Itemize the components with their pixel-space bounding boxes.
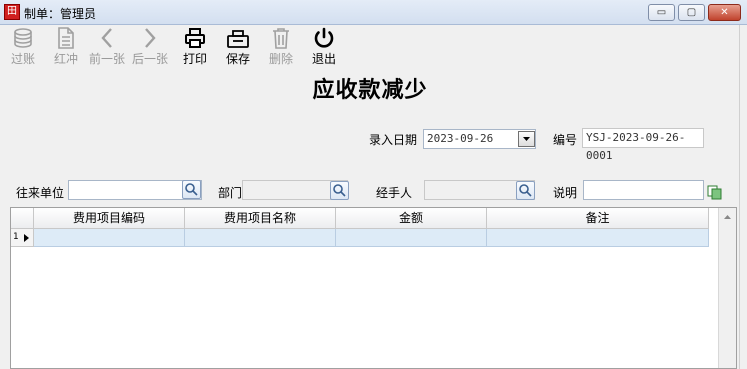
column-header-amount[interactable]: 金额 (336, 208, 487, 229)
vertical-scrollbar[interactable] (718, 208, 736, 368)
red-reverse-label: 红冲 (53, 52, 78, 66)
expense-items-table[interactable]: 费用项目编码 费用项目名称 金额 备注 1 (10, 207, 737, 369)
delete-label: 删除 (268, 52, 293, 66)
column-header-code[interactable]: 费用项目编码 (34, 208, 185, 229)
next-button[interactable]: 后一张 (132, 26, 168, 68)
chevron-right-icon (145, 28, 156, 48)
print-button[interactable]: 打印 (177, 26, 213, 68)
previous-label: 前一张 (89, 52, 126, 66)
handler-search-button[interactable] (516, 181, 535, 200)
search-icon (333, 184, 346, 197)
save-button[interactable]: 保存 (220, 26, 256, 68)
save-label: 保存 (225, 52, 250, 66)
exit-button[interactable]: 退出 (306, 26, 342, 68)
search-icon (185, 183, 198, 196)
title-bar: 田 制单：管理员 ▭ ▢ ✕ (0, 0, 747, 25)
app-logo-icon: 田 (4, 4, 20, 20)
save-tray-icon (227, 30, 249, 48)
document-icon (58, 27, 74, 49)
print-label: 打印 (182, 52, 207, 66)
number-label: 编号 (553, 133, 578, 147)
department-label: 部门 (218, 186, 243, 200)
delete-button[interactable]: 删除 (263, 26, 299, 68)
post-label: 过账 (10, 52, 35, 66)
table-cell-amount[interactable] (336, 229, 487, 247)
partner-label: 往来单位 (16, 186, 65, 200)
copy-document-icon (707, 185, 722, 200)
note-label: 说明 (553, 186, 578, 200)
partner-search-button[interactable] (182, 180, 201, 199)
chevron-left-icon (101, 28, 112, 48)
row-number: 1 (13, 232, 19, 242)
printer-icon (185, 28, 205, 48)
chevron-down-icon (523, 137, 530, 141)
date-dropdown-button[interactable] (518, 131, 535, 147)
maximize-button[interactable]: ▢ (678, 4, 705, 21)
scroll-up-icon (724, 215, 731, 219)
previous-button[interactable]: 前一张 (89, 26, 125, 68)
row-pointer-icon (24, 234, 29, 242)
table-corner (11, 208, 34, 229)
window-title: 制单：管理员 (24, 7, 97, 21)
minimize-button[interactable]: ▭ (648, 4, 675, 21)
next-label: 后一张 (132, 52, 169, 66)
number-field[interactable]: YSJ-2023-09-26-0001 (582, 128, 704, 162)
row-indicator[interactable]: 1 (11, 229, 34, 247)
department-search-button[interactable] (330, 181, 349, 200)
close-button[interactable]: ✕ (708, 4, 741, 21)
window-right-border (739, 25, 747, 369)
coins-icon (14, 28, 32, 48)
table-cell-name[interactable] (185, 229, 336, 247)
power-icon (314, 27, 334, 48)
table-cell-remark[interactable] (487, 229, 709, 247)
note-lookup-button[interactable] (707, 185, 722, 203)
exit-label: 退出 (311, 52, 336, 66)
entry-date-label: 录入日期 (369, 133, 418, 147)
note-field[interactable] (583, 180, 704, 200)
column-header-name[interactable]: 费用项目名称 (185, 208, 336, 229)
trash-icon (273, 28, 289, 49)
toolbar: 过账 红冲 前一张 后一张 打印 保存 删除 退出 (0, 25, 747, 69)
handler-label: 经手人 (376, 186, 413, 200)
page-title: 应收款减少 (312, 77, 428, 103)
table-cell-code[interactable] (34, 229, 185, 247)
column-header-remark[interactable]: 备注 (487, 208, 709, 229)
post-button[interactable]: 过账 (5, 26, 41, 68)
search-icon (519, 184, 532, 197)
red-reverse-button[interactable]: 红冲 (48, 26, 84, 68)
